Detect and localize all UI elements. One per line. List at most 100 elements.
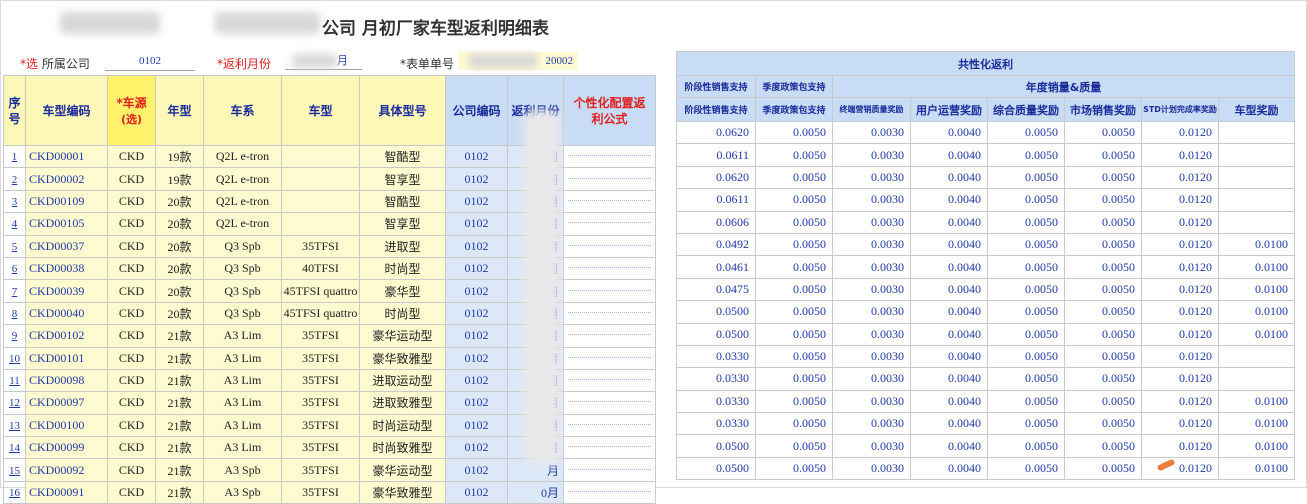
- row-index[interactable]: 7: [3, 279, 26, 303]
- formula-cell[interactable]: [563, 167, 656, 191]
- year-cell[interactable]: 21款: [155, 368, 204, 393]
- rebate-value-cell[interactable]: 0.0050: [987, 210, 1065, 234]
- rebate-value-cell[interactable]: 0.0050: [755, 232, 833, 257]
- formula-cell[interactable]: [563, 279, 656, 303]
- rebate-value-cell[interactable]: 0.0050: [987, 120, 1065, 145]
- rebate-value-cell[interactable]: [1218, 120, 1295, 145]
- series-cell[interactable]: A3 Lim: [203, 368, 282, 393]
- rebate-value-cell[interactable]: 0.0050: [755, 412, 833, 436]
- rebate-value-cell[interactable]: 0.0050: [755, 255, 833, 279]
- company-code-cell[interactable]: 0102: [445, 436, 508, 460]
- rebate-value-cell[interactable]: 0.0040: [910, 434, 988, 458]
- source-cell[interactable]: CKD: [107, 346, 156, 370]
- rebate-value-cell[interactable]: 0.0050: [755, 367, 833, 391]
- row-index[interactable]: 1: [3, 144, 26, 169]
- rebate-value-cell[interactable]: 0.0120: [1141, 412, 1219, 436]
- table-row[interactable]: 0.0620 0.0050 0.0030 0.0040 0.0050 0.0050 0.01…: [676, 120, 1295, 145]
- rebate-value-cell[interactable]: 0.0050: [987, 255, 1065, 279]
- source-cell[interactable]: CKD: [107, 368, 156, 393]
- row-link[interactable]: 10: [9, 353, 20, 365]
- rebate-value-cell[interactable]: [1218, 210, 1295, 234]
- rebate-value-cell[interactable]: 0.0050: [1064, 367, 1142, 391]
- rebate-value-cell[interactable]: 0.0120: [1141, 210, 1219, 234]
- table-row[interactable]: 0.0500 0.0050 0.0030 0.0040 0.0050 0.0050 0.01…: [676, 322, 1295, 346]
- rebate-value-cell[interactable]: 0.0030: [832, 143, 911, 167]
- rebate-value-cell[interactable]: 0.0040: [910, 232, 988, 257]
- rebate-value-cell[interactable]: 0.0050: [1064, 232, 1142, 257]
- rebate-value-cell[interactable]: 0.0120: [1141, 389, 1219, 414]
- company-code-cell[interactable]: 0102: [445, 301, 508, 326]
- source-cell[interactable]: CKD: [107, 189, 156, 214]
- company-code-cell[interactable]: 0102: [445, 144, 508, 169]
- company-code-cell[interactable]: 0102: [445, 391, 508, 415]
- rebate-value-cell[interactable]: 0.0500: [676, 322, 756, 346]
- rebate-value-cell[interactable]: [1218, 344, 1295, 369]
- table-row[interactable]: 0.0611 0.0050 0.0030 0.0040 0.0050 0.0050 0.01…: [676, 188, 1295, 212]
- source-cell[interactable]: CKD: [107, 413, 156, 438]
- series-cell[interactable]: Q2L e-tron: [203, 144, 282, 169]
- row-index[interactable]: 8: [3, 301, 26, 326]
- year-cell[interactable]: 20款: [155, 301, 204, 326]
- spec-cell[interactable]: 时尚型: [359, 256, 446, 281]
- rebate-value-cell[interactable]: 0.0050: [755, 210, 833, 234]
- model-code-cell[interactable]: CKD00001: [25, 144, 108, 169]
- rebate-value-cell[interactable]: 0.0330: [676, 344, 756, 369]
- company-field[interactable]: 0102: [105, 52, 195, 71]
- table-row[interactable]: 0.0475 0.0050 0.0030 0.0040 0.0050 0.0050 0.01…: [676, 277, 1295, 302]
- rebate-value-cell[interactable]: 0.0050: [987, 277, 1065, 302]
- year-cell[interactable]: 21款: [155, 324, 204, 348]
- rebate-value-cell[interactable]: 0.0330: [676, 367, 756, 391]
- rebate-value-cell[interactable]: 0.0030: [832, 412, 911, 436]
- rebate-value-cell[interactable]: [1218, 188, 1295, 212]
- rebate-value-cell[interactable]: 0.0050: [987, 434, 1065, 458]
- source-cell[interactable]: CKD: [107, 480, 156, 504]
- row-index[interactable]: 4: [3, 212, 26, 236]
- model-cell[interactable]: 35TFSI: [281, 234, 360, 258]
- rebate-value-cell[interactable]: 0.0030: [832, 322, 911, 346]
- source-cell[interactable]: CKD: [107, 234, 156, 258]
- row-link[interactable]: 8: [12, 308, 18, 320]
- year-cell[interactable]: 21款: [155, 436, 204, 460]
- year-cell[interactable]: 21款: [155, 391, 204, 415]
- rebate-value-cell[interactable]: 0.0050: [755, 120, 833, 145]
- series-cell[interactable]: A3 Spb: [203, 458, 282, 482]
- series-cell[interactable]: Q2L e-tron: [203, 189, 282, 214]
- rebate-value-cell[interactable]: 0.0500: [676, 456, 756, 481]
- rebate-value-cell[interactable]: 0.0606: [676, 210, 756, 234]
- spec-cell[interactable]: 智酷型: [359, 144, 446, 169]
- rebate-value-cell[interactable]: 0.0040: [910, 165, 988, 190]
- series-cell[interactable]: A3 Lim: [203, 324, 282, 348]
- rebate-value-cell[interactable]: 0.0050: [987, 232, 1065, 257]
- formula-cell[interactable]: [563, 480, 656, 504]
- rebate-value-cell[interactable]: 0.0050: [987, 456, 1065, 481]
- formula-cell[interactable]: [563, 346, 656, 370]
- spec-cell[interactable]: 时尚致雅型: [359, 436, 446, 460]
- rebate-value-cell[interactable]: 0.0040: [910, 277, 988, 302]
- model-cell[interactable]: [281, 189, 360, 214]
- rebate-value-cell[interactable]: 0.0120: [1141, 344, 1219, 369]
- model-cell[interactable]: 35TFSI: [281, 391, 360, 415]
- rebate-value-cell[interactable]: 0.0050: [1064, 188, 1142, 212]
- rebate-value-cell[interactable]: 0.0100: [1218, 434, 1295, 458]
- rebate-value-cell[interactable]: 0.0120: [1141, 367, 1219, 391]
- year-cell[interactable]: 21款: [155, 480, 204, 504]
- rebate-value-cell[interactable]: 0.0330: [676, 389, 756, 414]
- model-code-cell[interactable]: CKD00037: [25, 234, 108, 258]
- rebate-value-cell[interactable]: 0.0120: [1141, 232, 1219, 257]
- company-code-cell[interactable]: 0102: [445, 189, 508, 214]
- source-cell[interactable]: CKD: [107, 144, 156, 169]
- spec-cell[interactable]: 智享型: [359, 212, 446, 236]
- company-code-cell[interactable]: 0102: [445, 368, 508, 393]
- rebate-value-cell[interactable]: 0.0050: [987, 322, 1065, 346]
- rebate-value-cell[interactable]: 0.0050: [987, 389, 1065, 414]
- spec-cell[interactable]: 进取致雅型: [359, 391, 446, 415]
- model-code-cell[interactable]: CKD00091: [25, 480, 108, 504]
- rebate-value-cell[interactable]: 0.0611: [676, 143, 756, 167]
- rebate-value-cell[interactable]: 0.0030: [832, 367, 911, 391]
- row-index[interactable]: 6: [3, 256, 26, 281]
- row-index[interactable]: 16: [3, 480, 26, 504]
- row-index[interactable]: 3: [3, 189, 26, 214]
- spec-cell[interactable]: 智酷型: [359, 189, 446, 214]
- formula-cell[interactable]: [563, 256, 656, 281]
- series-cell[interactable]: Q3 Spb: [203, 256, 282, 281]
